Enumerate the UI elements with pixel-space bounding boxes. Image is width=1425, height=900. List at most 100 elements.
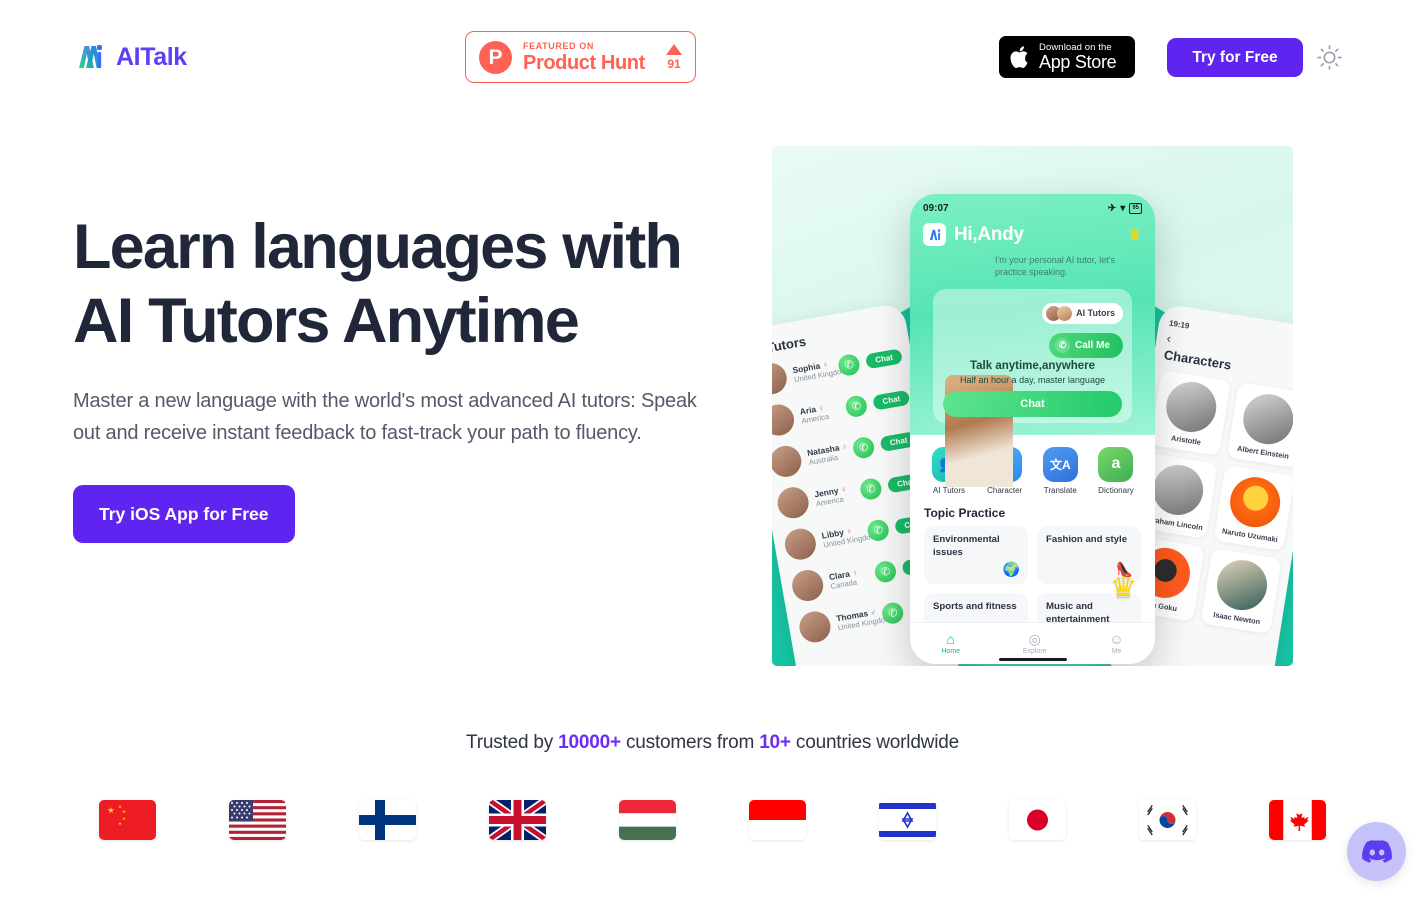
tutor-card-panel: AI Tutors ✆ Call Me Talk anytime,anywher… (933, 288, 1132, 487)
dictionary-icon: a (1098, 446, 1134, 482)
chat-pill[interactable]: Chat (872, 389, 911, 411)
product-hunt-upvote-count: 91 (667, 57, 681, 71)
sun-icon[interactable] (1315, 43, 1344, 72)
home-icon: ⌂ (946, 631, 955, 647)
topic-label: Fashion and style (1046, 533, 1128, 545)
nav-label: Explore (1022, 648, 1047, 655)
tutor-meta: Libby ♀ United Kingdom (821, 524, 878, 550)
phone-icon: ✆ (1054, 337, 1070, 353)
avatar (789, 567, 826, 604)
flag-hungary (619, 800, 676, 840)
call-me-button[interactable]: ✆ Call Me (1048, 332, 1123, 358)
tutor-meta: Clara ♀ Canada (828, 565, 870, 591)
feature-label: Translate (1043, 485, 1077, 495)
trust-suffix: countries worldwide (790, 732, 959, 753)
hero-subtitle: Master a new language with the world's m… (73, 389, 697, 445)
topic-card[interactable]: Environmental issues 🌍 (924, 525, 1028, 584)
trust-prefix: Trusted by (466, 732, 559, 753)
female-icon: ♀ (848, 566, 859, 578)
product-hunt-name: Product Hunt (523, 51, 645, 74)
list-item[interactable]: Albert Einstein (1226, 382, 1293, 469)
brand-name: AITalk (116, 42, 187, 71)
product-hunt-icon: P (479, 40, 512, 74)
brand-logo[interactable]: AITalk (73, 40, 187, 74)
flag-indonesia (749, 800, 806, 840)
product-hunt-text: FEATURED ON Product Hunt (523, 40, 645, 74)
product-hunt-featured-label: FEATURED ON (523, 40, 594, 51)
list-item[interactable]: Naruto Uzumaki (1213, 465, 1293, 552)
crown-decoration-icon: ♛ (1110, 572, 1137, 605)
chat-button[interactable]: Chat (943, 390, 1122, 417)
avatar (772, 360, 790, 397)
avatar (772, 402, 797, 439)
nav-explore[interactable]: ◎ Explore (1023, 632, 1047, 655)
list-item[interactable]: Aristotle (1149, 369, 1231, 456)
talk-promo: Talk anytime,anywhere Half an hour a day… (943, 360, 1122, 385)
call-icon[interactable]: ✆ (858, 476, 884, 502)
try-ios-app-button[interactable]: Try iOS App for Free (73, 485, 295, 544)
nav-me[interactable]: ☺ Me (1109, 632, 1123, 655)
feature-dictionary[interactable]: a Dictionary (1091, 446, 1141, 495)
nav-label: Home (941, 648, 961, 655)
ai-tutors-pill[interactable]: AI Tutors (1042, 302, 1123, 324)
tutor-meta: Sophia ♀ United Kingdom (792, 358, 849, 385)
feature-label: Dictionary (1098, 485, 1134, 495)
profile-icon: ☺ (1109, 631, 1124, 647)
flag-south-korea (1139, 800, 1196, 840)
tutor-message: I'm your personal AI tutor, let's practi… (995, 255, 1115, 278)
airplane-icon: ✈ (1107, 203, 1117, 214)
product-hunt-upvote[interactable]: 91 (666, 44, 682, 70)
list-item[interactable]: Isaac Newton (1200, 548, 1282, 635)
avatar (1213, 556, 1271, 614)
try-for-free-button[interactable]: Try for Free (1167, 38, 1303, 77)
avatar (1162, 378, 1220, 436)
app-store-button[interactable]: Download on the App Store (999, 36, 1135, 78)
status-bar: 09:07 ✈ ▾ 95 (923, 203, 1142, 214)
flag-finland (359, 800, 416, 840)
topic-practice-heading: Topic Practice (910, 496, 1155, 526)
country-count: 10+ (759, 732, 791, 753)
tutor-meta: Jenny ♀ America (814, 482, 856, 508)
translate-icon: 文A (1042, 446, 1078, 482)
tutor-meta: Natasha ♀ Australia (806, 441, 848, 467)
crown-icon: ♛ (1127, 226, 1142, 244)
nav-home[interactable]: ⌂ Home (941, 632, 960, 655)
status-time: 09:07 (923, 203, 949, 214)
topic-label: Sports and fitness (933, 600, 1017, 612)
feature-translate[interactable]: 文A Translate (1035, 446, 1085, 495)
topic-label: Environmental issues (933, 533, 1000, 558)
hero-app-screenshot: AI Tutors Sophia ♀ United Kingdom ✆ Chat… (772, 146, 1293, 666)
character-name: Isaac Newton (1212, 610, 1261, 627)
app-store-big-label: App Store (1039, 52, 1117, 73)
home-indicator (998, 658, 1067, 661)
hero-section: Learn languages with AI Tutors Anytime M… (73, 210, 733, 544)
female-icon: ♀ (837, 483, 848, 495)
flag-united-states (229, 800, 286, 840)
discord-button[interactable] (1347, 822, 1406, 881)
earth-icon: 🌍 (1002, 560, 1020, 577)
flag-israel (879, 800, 936, 840)
call-icon[interactable]: ✆ (851, 435, 876, 460)
aitalk-logo-icon (79, 45, 102, 68)
flag-canada (1269, 800, 1326, 840)
character-name: Aristotle (1170, 433, 1202, 447)
call-icon[interactable]: ✆ (844, 394, 869, 419)
wifi-icon: ▾ (1120, 203, 1126, 214)
talk-subtitle: Half an hour a day, master language (960, 374, 1105, 385)
greeting-text: Hi,Andy (954, 223, 1024, 245)
status-icons: ✈ ▾ 95 (1108, 203, 1142, 214)
character-name: Naruto Uzumaki (1221, 526, 1279, 545)
tutor-meta: Aria ♀ America (799, 399, 841, 426)
avatar (775, 484, 812, 521)
call-icon[interactable]: ✆ (873, 559, 898, 584)
chat-pill[interactable]: Chat (865, 348, 903, 370)
avatar (1057, 305, 1073, 321)
flag-united-kingdom (489, 800, 546, 840)
flag-japan (1009, 800, 1066, 840)
avatar (1149, 461, 1207, 519)
product-hunt-badge[interactable]: P FEATURED ON Product Hunt 91 (465, 31, 696, 83)
avatar (782, 526, 819, 563)
tutor-meta: Thomas ♂ United Kingdom (835, 606, 892, 632)
nav-label: Me (1111, 648, 1122, 655)
page-title: Learn languages with AI Tutors Anytime (73, 212, 683, 357)
